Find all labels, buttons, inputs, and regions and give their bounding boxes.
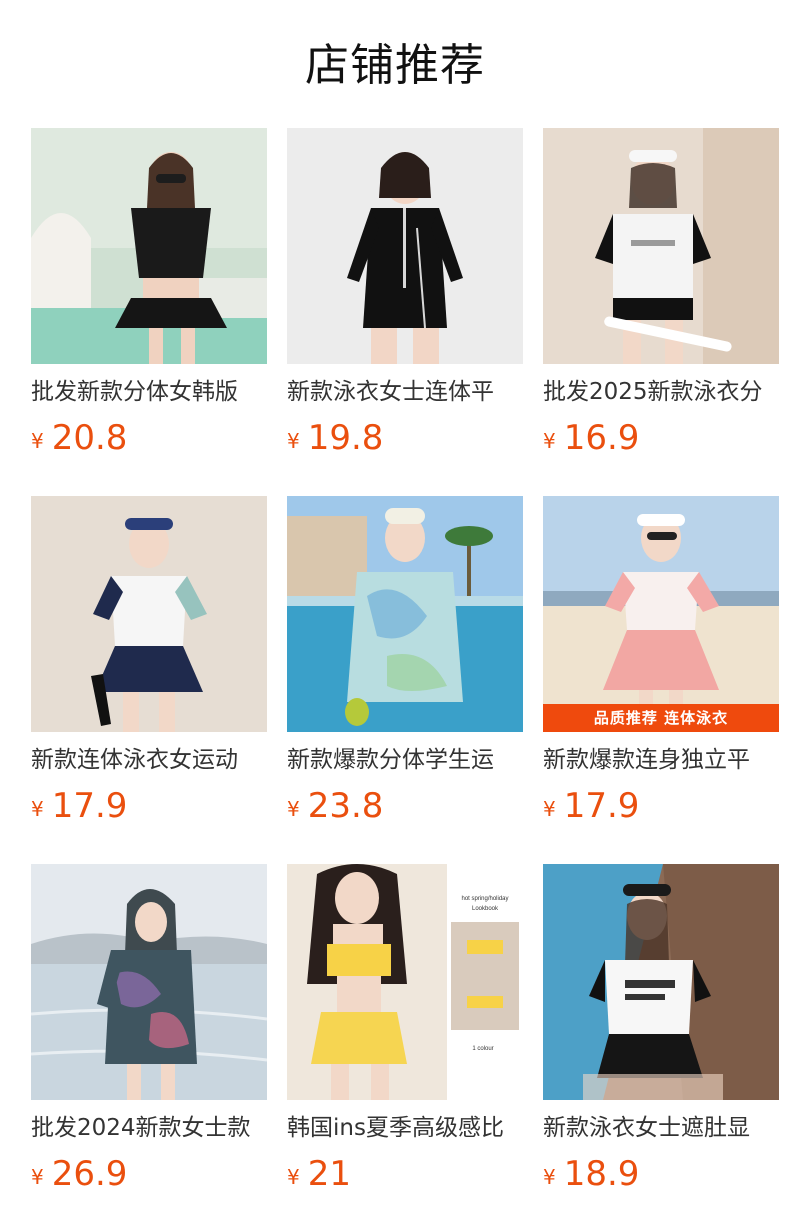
product-card[interactable]: 批发新款分体女韩版 ¥20.8 <box>31 128 267 496</box>
currency-symbol: ¥ <box>543 1165 556 1189</box>
price-value: 20.8 <box>51 418 128 458</box>
product-price: ¥21 <box>287 1154 523 1194</box>
price-value: 23.8 <box>307 786 384 826</box>
product-image[interactable] <box>31 864 267 1100</box>
product-image[interactable] <box>543 864 779 1100</box>
swimsuit-photo-navy-dress-icon <box>31 496 267 732</box>
swimsuit-photo-white-black-tee-icon <box>543 128 779 364</box>
currency-symbol: ¥ <box>31 1165 44 1189</box>
swimsuit-photo-floral-hoodie-sea-icon <box>31 864 267 1100</box>
price-value: 26.9 <box>51 1154 128 1194</box>
swimsuit-photo-blue-print-pool-icon <box>287 496 523 732</box>
product-card[interactable]: 批发2024新款女士款 ¥26.9 <box>31 864 267 1232</box>
product-price: ¥18.9 <box>543 1154 779 1194</box>
currency-symbol: ¥ <box>287 429 300 453</box>
product-name[interactable]: 新款爆款分体学生运 <box>287 744 523 776</box>
product-image[interactable] <box>287 128 523 364</box>
swimsuit-photo-black-zip-longsleeve-icon <box>287 128 523 364</box>
price-value: 21 <box>307 1154 351 1194</box>
promo-badge: 品质推荐 连体泳衣 <box>543 704 779 732</box>
product-card[interactable]: 新款泳衣女士连体平 ¥19.8 <box>287 128 523 496</box>
product-name[interactable]: 新款爆款连身独立平 <box>543 744 779 776</box>
swimsuit-photo-black-skirt-icon <box>31 128 267 364</box>
product-grid: 批发新款分体女韩版 ¥20.8 新款泳衣女士连体平 ¥19.8 批发2025新款… <box>31 128 779 1232</box>
lookbook-line1: hot spring/holiday <box>461 896 508 902</box>
swimsuit-photo-white-tee-poolside-icon <box>543 864 779 1100</box>
product-price: ¥23.8 <box>287 786 523 826</box>
currency-symbol: ¥ <box>543 797 556 821</box>
currency-symbol: ¥ <box>287 1165 300 1189</box>
currency-symbol: ¥ <box>31 429 44 453</box>
product-price: ¥16.9 <box>543 418 779 458</box>
price-value: 17.9 <box>51 786 128 826</box>
swimsuit-photo-pink-beach-icon <box>543 496 779 732</box>
product-price: ¥17.9 <box>543 786 779 826</box>
product-price: ¥26.9 <box>31 1154 267 1194</box>
product-card[interactable]: 品质推荐 连体泳衣 新款爆款连身独立平 ¥17.9 <box>543 496 779 864</box>
product-image[interactable] <box>31 496 267 732</box>
product-name[interactable]: 新款泳衣女士连体平 <box>287 376 523 408</box>
product-card[interactable]: 批发2025新款泳衣分 ¥16.9 <box>543 128 779 496</box>
product-image[interactable] <box>31 128 267 364</box>
price-value: 16.9 <box>563 418 640 458</box>
product-card[interactable]: 新款连体泳衣女运动 ¥17.9 <box>31 496 267 864</box>
currency-symbol: ¥ <box>543 429 556 453</box>
product-card[interactable]: 新款泳衣女士遮肚显 ¥18.9 <box>543 864 779 1232</box>
price-value: 17.9 <box>563 786 640 826</box>
product-name[interactable]: 批发2025新款泳衣分 <box>543 376 779 408</box>
product-image[interactable] <box>287 496 523 732</box>
product-image[interactable]: 品质推荐 连体泳衣 <box>543 496 779 732</box>
section-title: 店铺推荐 <box>305 40 485 91</box>
product-card[interactable]: 新款爆款分体学生运 ¥23.8 <box>287 496 523 864</box>
product-card[interactable]: hot spring/holiday Lookbook 1 colour 韩国i… <box>287 864 523 1232</box>
currency-symbol: ¥ <box>287 797 300 821</box>
product-name[interactable]: 韩国ins夏季高级感比 <box>287 1112 523 1144</box>
currency-symbol: ¥ <box>31 797 44 821</box>
product-name[interactable]: 新款连体泳衣女运动 <box>31 744 267 776</box>
product-image[interactable] <box>543 128 779 364</box>
product-price: ¥20.8 <box>31 418 267 458</box>
price-value: 18.9 <box>563 1154 640 1194</box>
price-value: 19.8 <box>307 418 384 458</box>
product-image[interactable]: hot spring/holiday Lookbook 1 colour <box>287 864 523 1100</box>
product-price: ¥19.8 <box>287 418 523 458</box>
product-name[interactable]: 批发新款分体女韩版 <box>31 376 267 408</box>
swimsuit-photo-yellow-bikini-icon: hot spring/holiday Lookbook 1 colour <box>287 864 523 1100</box>
product-name[interactable]: 新款泳衣女士遮肚显 <box>543 1112 779 1144</box>
colour-caption: 1 colour <box>472 1046 493 1052</box>
product-name[interactable]: 批发2024新款女士款 <box>31 1112 267 1144</box>
lookbook-line2: Lookbook <box>472 906 499 912</box>
product-price: ¥17.9 <box>31 786 267 826</box>
